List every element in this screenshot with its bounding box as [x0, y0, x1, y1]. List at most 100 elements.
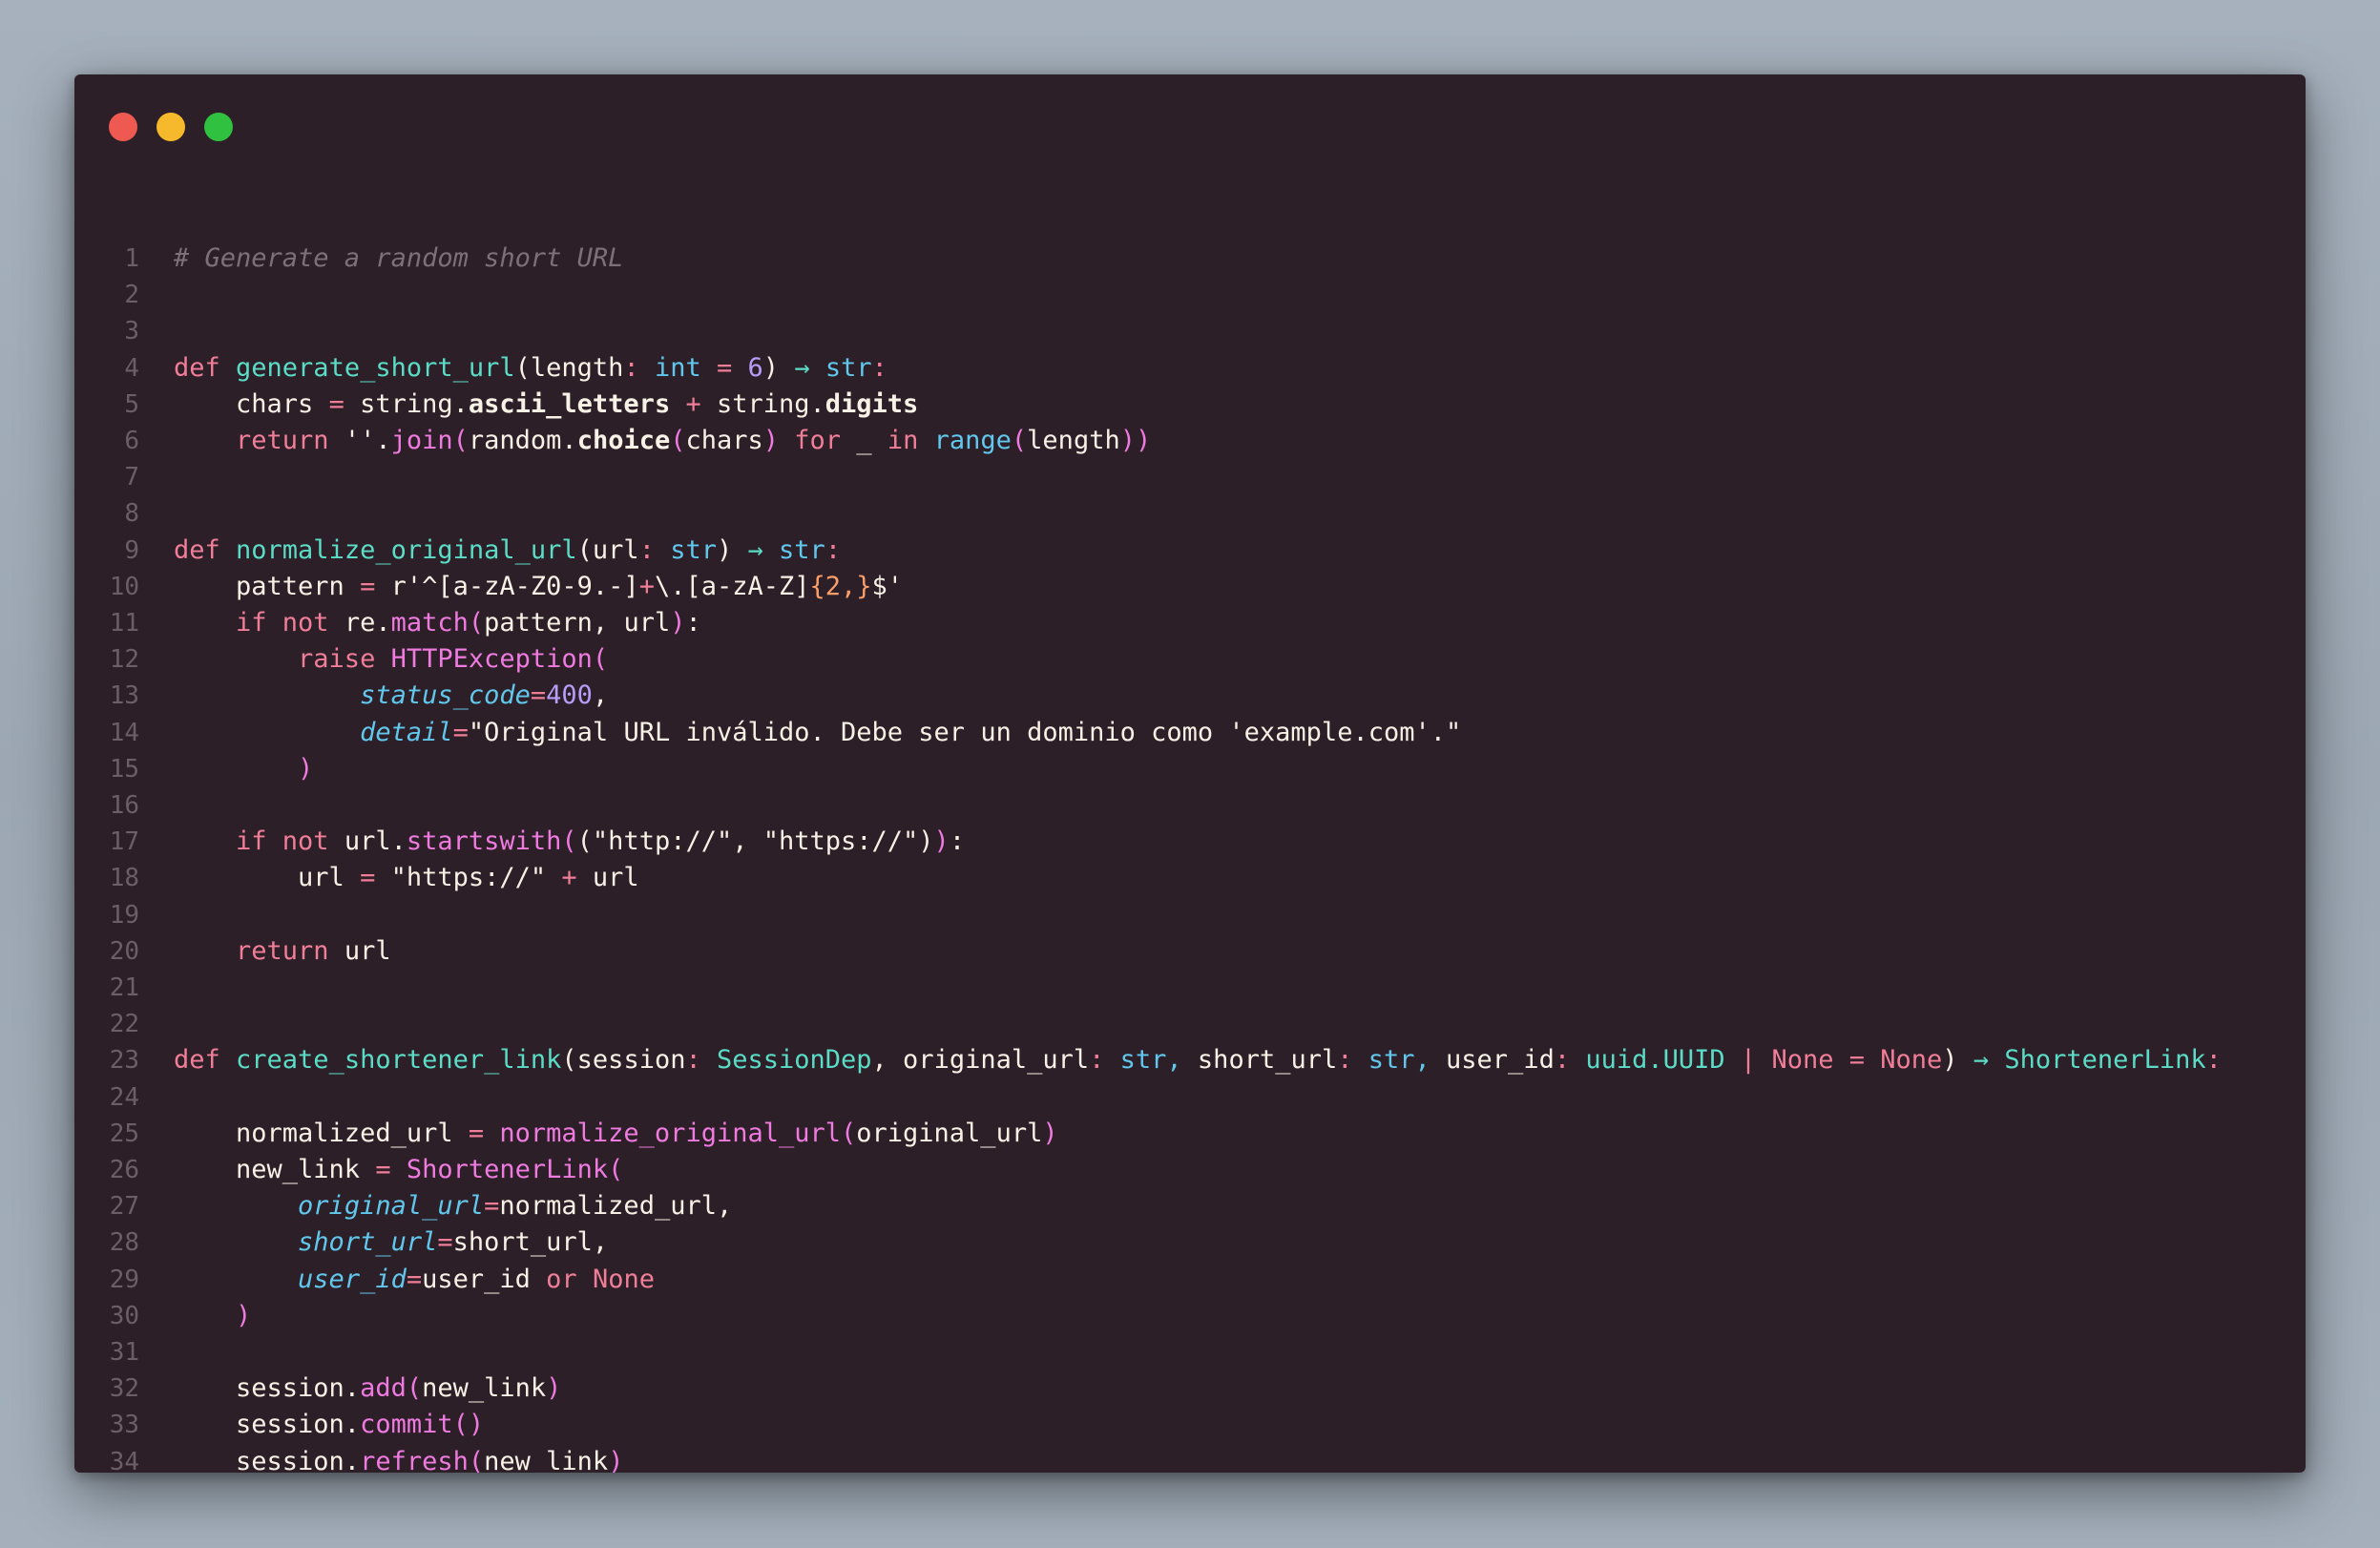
- code-token: =: [360, 571, 391, 601]
- code-line: 31: [74, 1334, 2306, 1370]
- code-text: ): [174, 1298, 251, 1334]
- code-line: 32 session.add(new_link): [74, 1370, 2306, 1407]
- code-token: =: [530, 680, 547, 711]
- line-number: 23: [109, 1046, 139, 1076]
- code-token: ''.: [344, 426, 391, 455]
- code-token: (: [561, 1045, 577, 1076]
- code-token: str: [779, 534, 825, 565]
- code-line: 20 return url: [74, 933, 2306, 970]
- maximize-window-button[interactable]: [204, 113, 233, 141]
- code-token: startswith: [406, 826, 562, 857]
- code-token: pattern: [174, 571, 361, 601]
- line-number: 15: [109, 754, 139, 784]
- code-text: chars = string.ascii_letters + string.di…: [174, 387, 918, 423]
- code-token: +: [638, 571, 655, 601]
- code-token: short_url,: [452, 1227, 609, 1258]
- code-text: session.commit(): [174, 1407, 484, 1443]
- code-token: add: [360, 1373, 407, 1404]
- line-number: 4: [124, 353, 139, 383]
- code-token: def: [174, 534, 237, 565]
- code-text: normalized_url = normalize_original_url(…: [174, 1116, 1058, 1152]
- code-token: =: [452, 717, 469, 747]
- code-token: re.: [344, 608, 391, 638]
- code-token: random.: [468, 426, 577, 455]
- code-token: ShortenerLink(: [406, 1155, 624, 1184]
- code-token: session.: [174, 1446, 361, 1473]
- code-line: 16: [74, 787, 2306, 824]
- code-token: return: [174, 426, 344, 455]
- code-token: new_link: [174, 1155, 376, 1184]
- line-number: 1: [124, 244, 139, 273]
- code-token: url: [344, 935, 391, 966]
- code-token: original_url: [298, 1191, 485, 1222]
- line-number: 10: [109, 572, 139, 601]
- code-token: (: [841, 1118, 857, 1148]
- code-token: def: [174, 352, 237, 383]
- code-token: new_link: [422, 1373, 547, 1404]
- code-token: ): [670, 608, 686, 638]
- line-number: 26: [109, 1156, 139, 1184]
- code-token: digits: [825, 388, 919, 419]
- line-number: 32: [109, 1374, 139, 1404]
- code-line: 3: [74, 313, 2306, 349]
- code-token: if not: [174, 826, 344, 857]
- code-line: 25 normalized_url = normalize_original_u…: [74, 1116, 2306, 1152]
- code-token: None: [1880, 1045, 1943, 1076]
- code-text: pattern = r'^[a-zA-Z0-9.-]+\.[a-zA-Z]{2,…: [174, 569, 903, 605]
- code-text: url = "https://" + url: [174, 860, 639, 896]
- code-line: 12 raise HTTPException(: [74, 641, 2306, 678]
- code-token: ): [1942, 1045, 1973, 1076]
- code-token: short_url: [298, 1227, 438, 1258]
- code-line: 13 status_code=400,: [74, 678, 2306, 714]
- code-token: session: [576, 1045, 686, 1076]
- code-text: def normalize_original_url(url: str) → s…: [174, 533, 841, 569]
- code-token: →: [794, 352, 825, 383]
- code-token: join: [390, 426, 453, 455]
- code-token: url: [592, 534, 639, 565]
- code-token: def: [174, 1045, 237, 1076]
- code-token: detail: [360, 717, 453, 747]
- code-token: ): [762, 352, 795, 383]
- code-line: 23 def create_shortener_link(session: Ses…: [74, 1042, 2306, 1078]
- code-token: str,: [1119, 1045, 1182, 1076]
- line-number: 33: [109, 1411, 139, 1440]
- code-token: original_url: [856, 1118, 1043, 1148]
- code-text: def generate_short_url(length: int = 6) …: [174, 350, 887, 387]
- code-token: ): [174, 1300, 252, 1330]
- code-token: normalized_url: [174, 1118, 469, 1148]
- code-token: pattern, url: [484, 608, 671, 638]
- code-token: user_id: [422, 1264, 547, 1294]
- code-token: length: [1027, 426, 1120, 455]
- code-token: str: [825, 352, 872, 383]
- code-line: 14 detail="Original URL inválido. Debe s…: [74, 715, 2306, 751]
- line-number: 17: [109, 827, 139, 857]
- code-token: (: [468, 608, 485, 638]
- code-token: =: [375, 1155, 407, 1184]
- line-number: 11: [109, 609, 139, 638]
- code-token: (: [514, 352, 531, 383]
- line-number: 21: [109, 973, 139, 1002]
- code-line: 10 pattern = r'^[a-zA-Z0-9.-]+\.[a-zA-Z]…: [74, 569, 2306, 605]
- code-token: =: [1833, 1045, 1881, 1076]
- code-token: 400: [546, 680, 593, 711]
- code-token: commit: [360, 1410, 453, 1440]
- code-token: =: [700, 352, 748, 383]
- minimize-window-button[interactable]: [157, 113, 185, 141]
- line-number: 16: [109, 791, 139, 820]
- close-window-button[interactable]: [109, 113, 137, 141]
- code-token: :: [685, 1045, 717, 1076]
- line-number: 25: [109, 1119, 139, 1148]
- code-token: ascii_letters: [468, 388, 671, 419]
- code-token: string.: [716, 388, 825, 419]
- code-line: 26 new_link = ShortenerLink(: [74, 1152, 2306, 1188]
- line-number: 8: [124, 499, 139, 529]
- line-number: 18: [109, 864, 139, 893]
- code-text: session.add(new_link): [174, 1370, 561, 1407]
- code-token: normalize_original_url: [236, 534, 577, 565]
- code-token: →: [747, 534, 780, 565]
- code-token: choice: [576, 426, 671, 455]
- code-line: 2: [74, 277, 2306, 313]
- code-token: None: [1771, 1045, 1834, 1076]
